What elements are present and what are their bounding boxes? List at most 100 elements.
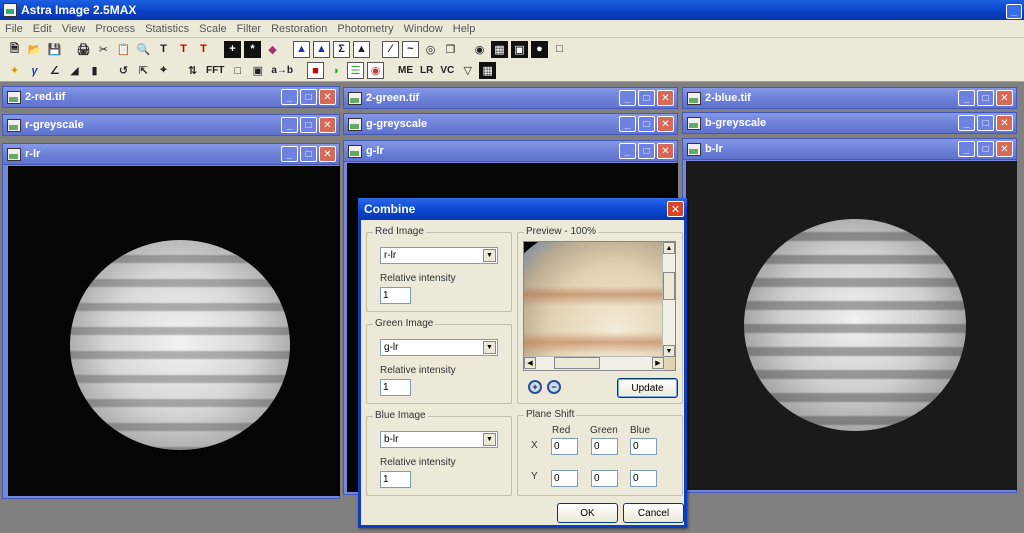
maximize-button[interactable]: □ — [638, 143, 655, 159]
save-icon[interactable]: 💾 — [46, 41, 63, 58]
preview-vertical-scrollbar[interactable]: ▲ ▼ — [662, 242, 675, 357]
chevron-down-icon[interactable]: ▼ — [483, 249, 496, 262]
scroll-down-icon[interactable]: ▼ — [663, 345, 675, 357]
update-button[interactable]: Update — [617, 378, 678, 398]
ab-icon[interactable]: a→b — [269, 62, 295, 79]
text-red-icon[interactable]: T — [195, 41, 212, 58]
eraser-icon[interactable]: ◆ — [264, 41, 281, 58]
paste-icon[interactable]: 📋 — [115, 41, 132, 58]
maximize-button[interactable]: □ — [300, 89, 317, 105]
window-2-green-tif[interactable]: 2-green.tif _ □ ✕ — [343, 87, 678, 109]
image-canvas-b-lr[interactable] — [686, 161, 1017, 490]
lr-button[interactable]: LR — [418, 62, 435, 79]
levels-icon[interactable]: ∠ — [46, 62, 63, 79]
text-color-icon[interactable]: T — [175, 41, 192, 58]
color-combine-icon[interactable]: ■ — [307, 62, 324, 79]
frame-icon[interactable]: □ — [551, 41, 568, 58]
star-mark-icon[interactable]: * — [244, 40, 261, 58]
green-image-select[interactable]: g-lr ▼ — [380, 339, 498, 356]
graph-icon[interactable]: ▲ — [353, 40, 370, 58]
maximize-button[interactable]: □ — [638, 116, 655, 132]
undo-icon[interactable]: ↺ — [115, 62, 132, 79]
color-saturation-icon[interactable]: ◉ — [367, 62, 384, 79]
close-button[interactable]: ✕ — [319, 89, 336, 105]
menu-scale[interactable]: Scale — [194, 23, 232, 35]
menu-window[interactable]: Window — [399, 23, 448, 35]
menu-restoration[interactable]: Restoration — [266, 23, 332, 35]
preview-image[interactable]: ▲ ▼ ◀ ▶ — [523, 241, 676, 371]
shift-x-red-input[interactable]: 0 — [551, 438, 578, 455]
close-button[interactable]: ✕ — [657, 90, 674, 106]
minimize-button[interactable]: _ — [619, 90, 636, 106]
window-g-lr[interactable]: g-lr _ □ ✕ — [343, 140, 678, 162]
cancel-button[interactable]: Cancel — [623, 503, 684, 523]
fft-icon[interactable]: FFT — [204, 62, 226, 79]
me-button[interactable]: ME — [396, 62, 415, 79]
maximize-button[interactable]: □ — [977, 115, 994, 131]
maximize-button[interactable]: □ — [638, 90, 655, 106]
window-b-lr[interactable]: b-lr _ □ ✕ — [682, 138, 1017, 160]
blue-intensity-input[interactable]: 1 — [380, 471, 411, 488]
zoom-icon[interactable]: 🔍 — [135, 41, 152, 58]
minimize-button[interactable]: _ — [281, 117, 298, 133]
chevron-down-icon[interactable]: ▼ — [483, 433, 496, 446]
battery-icon[interactable]: ▮ — [86, 62, 103, 79]
shift-x-green-input[interactable]: 0 — [591, 438, 618, 455]
filter-icon[interactable]: ▽ — [459, 62, 476, 79]
gamma-icon[interactable]: γ — [26, 62, 43, 79]
crosshair-icon[interactable]: + — [224, 40, 241, 58]
blue-image-select[interactable]: b-lr ▼ — [380, 431, 498, 448]
flip-icon[interactable]: ⇅ — [184, 62, 201, 79]
green-intensity-input[interactable]: 1 — [380, 379, 411, 396]
close-button[interactable]: ✕ — [996, 115, 1013, 131]
window-2-red-tif[interactable]: 2-red.tif _ □ ✕ — [2, 86, 340, 108]
scroll-right-icon[interactable]: ▶ — [652, 357, 664, 369]
text-tool-icon[interactable]: T — [155, 41, 172, 58]
chevron-down-icon[interactable]: ▼ — [483, 341, 496, 354]
close-button[interactable]: ✕ — [319, 146, 336, 162]
shift-y-green-input[interactable]: 0 — [591, 470, 618, 487]
minimize-button[interactable]: _ — [281, 146, 298, 162]
scroll-thumb[interactable] — [663, 272, 675, 300]
preview-horizontal-scrollbar[interactable]: ◀ ▶ — [524, 356, 664, 370]
open-folder-icon[interactable]: 📂 — [26, 41, 43, 58]
minimize-button[interactable]: _ — [281, 89, 298, 105]
app-minimize-button[interactable]: _ — [1006, 4, 1022, 19]
menu-filter[interactable]: Filter — [232, 23, 266, 35]
window-r-greyscale[interactable]: r-greyscale _ □ ✕ — [2, 114, 340, 136]
maximize-button[interactable]: □ — [300, 146, 317, 162]
shadow-icon[interactable]: ▣ — [249, 62, 266, 79]
bin-icon[interactable]: □ — [229, 62, 246, 79]
menu-statistics[interactable]: Statistics — [140, 23, 194, 35]
histogram-icon[interactable]: ▲ — [293, 40, 310, 58]
line-profile-icon[interactable]: ∕ — [382, 40, 399, 58]
menu-edit[interactable]: Edit — [28, 23, 57, 35]
sum-icon[interactable]: Σ — [333, 40, 350, 58]
close-button[interactable]: ✕ — [657, 143, 674, 159]
window-g-greyscale[interactable]: g-greyscale _ □ ✕ — [343, 113, 678, 135]
target-icon[interactable]: ◎ — [422, 41, 439, 58]
color-wheel-icon[interactable]: ◑ — [327, 62, 344, 79]
zoom-in-icon[interactable]: + — [528, 380, 542, 394]
new-file-icon[interactable]: 🗎 — [6, 41, 23, 58]
menu-file[interactable]: File — [0, 23, 28, 35]
minimize-button[interactable]: _ — [958, 90, 975, 106]
window-b-greyscale[interactable]: b-greyscale _ □ ✕ — [682, 112, 1017, 134]
wave-icon[interactable]: ~ — [402, 40, 419, 58]
shift-y-red-input[interactable]: 0 — [551, 470, 578, 487]
window-2-blue-tif[interactable]: 2-blue.tif _ □ ✕ — [682, 87, 1017, 109]
scroll-thumb[interactable] — [554, 357, 600, 369]
color-balance-icon[interactable]: ☰ — [347, 62, 364, 79]
ramp-icon[interactable]: ◢ — [66, 62, 83, 79]
cut-icon[interactable]: ✂ — [95, 41, 112, 58]
align-icon[interactable]: ◉ — [471, 41, 488, 58]
red-image-select[interactable]: r-lr ▼ — [380, 247, 498, 264]
close-button[interactable]: ✕ — [657, 116, 674, 132]
close-button[interactable]: ✕ — [996, 141, 1013, 157]
minimize-button[interactable]: _ — [619, 116, 636, 132]
menu-help[interactable]: Help — [448, 23, 481, 35]
print-icon[interactable]: 🖨 — [75, 41, 92, 58]
shift-y-blue-input[interactable]: 0 — [630, 470, 657, 487]
maximize-button[interactable]: □ — [977, 141, 994, 157]
image-canvas-r-lr[interactable] — [8, 166, 340, 496]
